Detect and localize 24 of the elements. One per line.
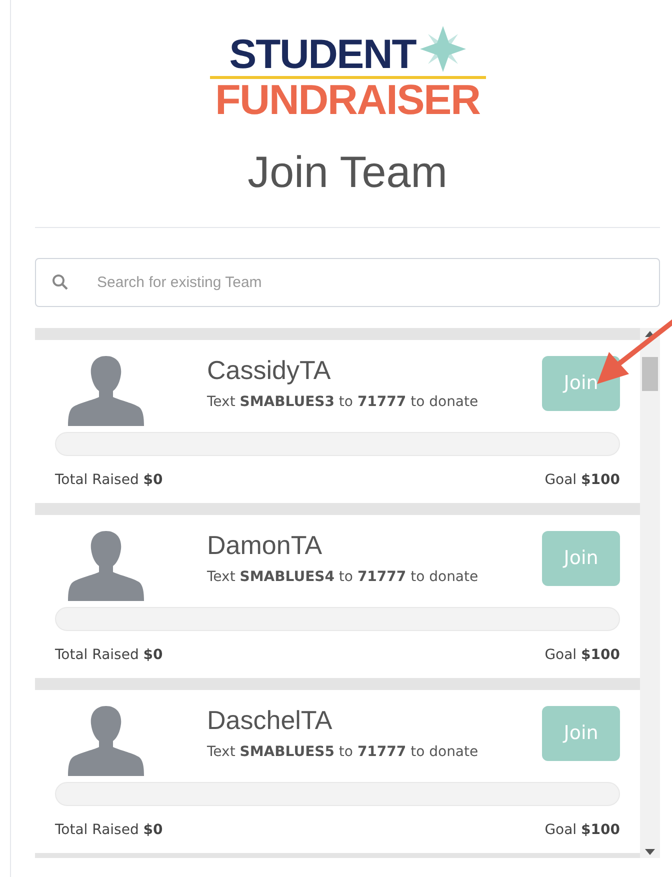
team-name: DamonTA bbox=[207, 529, 324, 561]
total-raised: Total Raised $0 bbox=[55, 471, 163, 490]
search-field[interactable]: Search for existing Team bbox=[35, 258, 660, 307]
scrollbar[interactable] bbox=[640, 328, 660, 858]
star-logo-icon bbox=[420, 26, 466, 72]
logo-text: STUDENT bbox=[229, 34, 416, 74]
total-raised: Total Raised $0 bbox=[55, 821, 163, 840]
donate-instructions: Text SMABLUES4 to 71777 to donate bbox=[207, 568, 480, 587]
goal: Goal $100 bbox=[544, 646, 620, 665]
scrollbar-thumb[interactable] bbox=[642, 357, 658, 391]
goal: Goal $100 bbox=[544, 821, 620, 840]
team-name: DaschelTA bbox=[207, 704, 334, 736]
total-raised: Total Raised $0 bbox=[55, 646, 163, 665]
join-button[interactable]: Join bbox=[542, 706, 620, 761]
scroll-up-icon[interactable] bbox=[645, 331, 655, 337]
search-icon bbox=[52, 274, 68, 290]
logo-text: FUNDRAISER bbox=[215, 79, 480, 121]
donate-instructions: Text SMABLUES5 to 71777 to donate bbox=[207, 743, 480, 762]
page-title: Join Team bbox=[246, 147, 448, 199]
scroll-down-icon[interactable] bbox=[645, 849, 655, 855]
goal: Goal $100 bbox=[544, 471, 620, 490]
donate-instructions: Text SMABLUES3 to 71777 to donate bbox=[207, 393, 480, 412]
join-button[interactable]: Join bbox=[542, 531, 620, 586]
team-name: CassidyTA bbox=[207, 354, 332, 386]
